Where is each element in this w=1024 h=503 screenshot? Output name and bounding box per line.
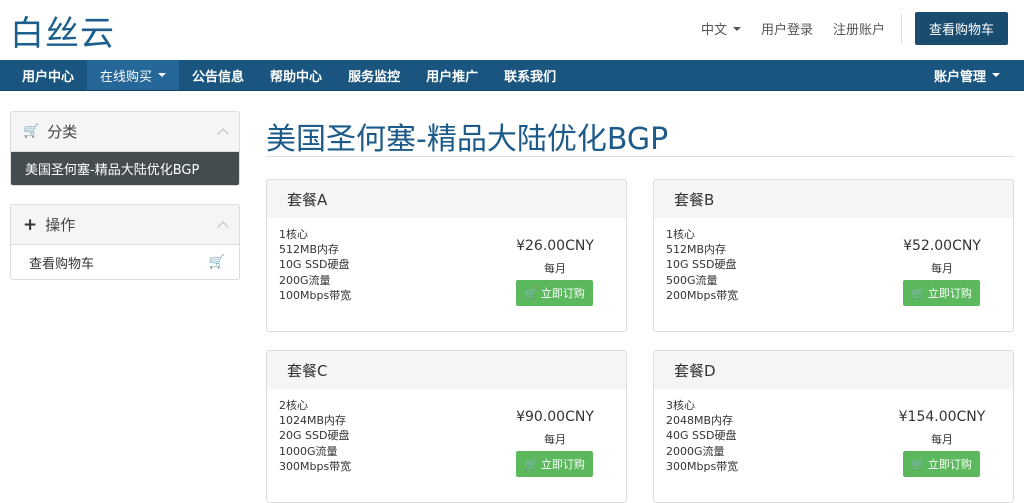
plan-card: 套餐D 3核心 2048MB内存 40G SSD硬盘 2000G流量 300Mb… <box>653 350 1014 503</box>
plan-period: 每月 <box>544 262 566 275</box>
nav-user-center[interactable]: 用户中心 <box>0 60 87 90</box>
plan-name: 套餐B <box>654 180 1013 218</box>
order-now-button[interactable]: 🛒 立即订购 <box>516 451 593 477</box>
plan-body: 1核心 512MB内存 10G SSD硬盘 500G流量 200Mbps带宽 ¥… <box>654 218 1013 331</box>
plan-body: 3核心 2048MB内存 40G SSD硬盘 2000G流量 300Mbps带宽… <box>654 389 1013 502</box>
nav-online-purchase-label: 在线购买 <box>100 69 153 85</box>
spec-memory: 1024MB内存 <box>279 414 347 428</box>
order-now-label: 立即订购 <box>540 458 585 471</box>
plan-specs: 3核心 2048MB内存 40G SSD硬盘 2000G流量 300Mbps带宽 <box>666 398 738 474</box>
order-now-button[interactable]: 🛒 立即订购 <box>516 280 593 306</box>
spec-cpu: 2核心 <box>279 399 308 412</box>
shopping-cart-icon: 🛒 <box>911 286 925 300</box>
nav-help-center[interactable]: 帮助中心 <box>257 60 335 90</box>
plan-body: 1核心 512MB内存 10G SSD硬盘 200G流量 100Mbps带宽 ¥… <box>267 218 626 331</box>
shopping-cart-icon: 🛒 <box>524 457 538 471</box>
shopping-cart-icon: 🛒 <box>524 286 538 300</box>
language-selector[interactable]: 中文 <box>701 19 741 38</box>
actions-panel: + 操作 查看购物车 🛒 <box>10 204 240 280</box>
nav-account-label: 账户管理 <box>933 69 986 85</box>
nav-online-purchase[interactable]: 在线购买 <box>87 60 180 90</box>
order-now-label: 立即订购 <box>540 287 585 300</box>
spec-traffic: 500G流量 <box>666 273 718 287</box>
action-view-cart[interactable]: 查看购物车 🛒 <box>11 245 239 279</box>
spec-disk: 10G SSD硬盘 <box>666 258 737 272</box>
chevron-up-icon[interactable] <box>217 127 229 140</box>
view-cart-button[interactable]: 查看购物车 <box>914 12 1008 45</box>
plan-price: ¥26.00CNY <box>516 238 594 254</box>
title-divider <box>266 156 1014 157</box>
order-now-label: 立即订购 <box>927 287 972 300</box>
categories-panel: 🛒 分类 美国圣何塞-精品大陆优化BGP <box>10 111 240 186</box>
spec-traffic: 2000G流量 <box>666 444 725 458</box>
plan-price: ¥52.00CNY <box>903 238 981 254</box>
actions-panel-header[interactable]: + 操作 <box>11 205 239 245</box>
plan-name: 套餐A <box>267 180 626 218</box>
plan-card: 套餐A 1核心 512MB内存 10G SSD硬盘 200G流量 100Mbps… <box>266 179 627 332</box>
language-label: 中文 <box>700 23 727 38</box>
page-title: 美国圣何塞-精品大陆优化BGP <box>266 122 669 157</box>
shopping-cart-icon: 🛒 <box>911 457 925 471</box>
plan-price: ¥154.00CNY <box>898 409 986 425</box>
actions-title: 操作 <box>45 216 76 234</box>
plan-specs: 1核心 512MB内存 10G SSD硬盘 500G流量 200Mbps带宽 <box>666 227 738 303</box>
caret-down-icon <box>158 73 167 77</box>
spec-disk: 20G SSD硬盘 <box>279 429 350 443</box>
spec-traffic: 200G流量 <box>279 273 331 287</box>
plan-specs: 2核心 1024MB内存 20G SSD硬盘 1000G流量 300Mbps带宽 <box>279 398 351 474</box>
chevron-up-icon[interactable] <box>217 220 229 233</box>
spec-cpu: 3核心 <box>666 399 695 412</box>
category-item-san-jose-bgp[interactable]: 美国圣何塞-精品大陆优化BGP <box>11 152 239 185</box>
categories-title: 分类 <box>47 123 78 141</box>
plan-period: 每月 <box>931 262 953 275</box>
plus-icon: + <box>23 214 38 235</box>
register-link[interactable]: 注册账户 <box>833 19 885 38</box>
spec-traffic: 1000G流量 <box>279 444 338 458</box>
spec-cpu: 1核心 <box>279 228 308 241</box>
shopping-cart-icon: 🛒 <box>23 124 40 139</box>
action-view-cart-label: 查看购物车 <box>29 256 95 272</box>
login-link[interactable]: 用户登录 <box>761 19 813 38</box>
main-navbar: 用户中心 在线购买 公告信息 帮助中心 服务监控 用户推广 联系我们 账户管理 <box>0 60 1024 91</box>
caret-down-icon <box>732 26 741 31</box>
spec-bandwidth: 300Mbps带宽 <box>666 459 739 473</box>
spec-memory: 512MB内存 <box>666 243 727 257</box>
nav-account-menu[interactable]: 账户管理 <box>921 60 1024 90</box>
spec-disk: 40G SSD硬盘 <box>666 429 737 443</box>
spec-cpu: 1核心 <box>666 228 695 241</box>
spec-bandwidth: 300Mbps带宽 <box>279 459 352 473</box>
plan-name: 套餐D <box>654 351 1013 389</box>
top-links: 中文 用户登录 注册账户 查看购物车 <box>681 12 1008 45</box>
site-logo[interactable]: 白丝云 <box>10 6 115 55</box>
plan-body: 2核心 1024MB内存 20G SSD硬盘 1000G流量 300Mbps带宽… <box>267 389 626 502</box>
categories-panel-header[interactable]: 🛒 分类 <box>11 112 239 152</box>
nav-affiliates[interactable]: 用户推广 <box>413 60 491 90</box>
header-divider <box>900 13 902 44</box>
plan-name: 套餐C <box>267 351 626 389</box>
nav-announcements[interactable]: 公告信息 <box>179 60 257 90</box>
shopping-cart-icon: 🛒 <box>208 254 225 270</box>
caret-down-icon <box>992 73 1000 77</box>
spec-bandwidth: 100Mbps带宽 <box>279 288 352 302</box>
nav-service-monitor[interactable]: 服务监控 <box>335 60 413 90</box>
order-now-button[interactable]: 🛒 立即订购 <box>903 451 980 477</box>
site-header: 白丝云 中文 用户登录 注册账户 查看购物车 <box>0 0 1024 60</box>
spec-bandwidth: 200Mbps带宽 <box>666 288 739 302</box>
order-now-button[interactable]: 🛒 立即订购 <box>903 280 980 306</box>
spec-memory: 512MB内存 <box>279 243 340 257</box>
plan-price: ¥90.00CNY <box>516 409 594 425</box>
plan-card: 套餐B 1核心 512MB内存 10G SSD硬盘 500G流量 200Mbps… <box>653 179 1014 332</box>
spec-disk: 10G SSD硬盘 <box>279 258 350 272</box>
plan-specs: 1核心 512MB内存 10G SSD硬盘 200G流量 100Mbps带宽 <box>279 227 351 303</box>
plan-period: 每月 <box>544 433 566 446</box>
spec-memory: 2048MB内存 <box>666 414 734 428</box>
plan-period: 每月 <box>931 433 953 446</box>
nav-contact-us[interactable]: 联系我们 <box>491 60 569 90</box>
order-now-label: 立即订购 <box>927 458 972 471</box>
plan-card: 套餐C 2核心 1024MB内存 20G SSD硬盘 1000G流量 300Mb… <box>266 350 627 503</box>
